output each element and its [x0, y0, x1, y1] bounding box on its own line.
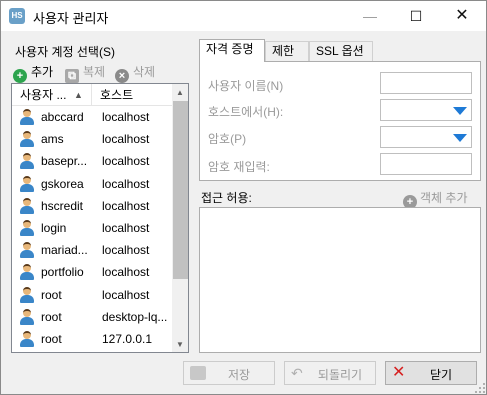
chevron-down-icon	[453, 134, 467, 142]
plus-icon: +	[13, 69, 27, 83]
revert-button[interactable]: ↶ 되돌리기	[284, 361, 376, 385]
user-name: root	[41, 309, 62, 324]
user-host: localhost	[102, 176, 150, 191]
user-host: localhost	[102, 132, 150, 147]
credentials-panel: 사용자 이름(N) 호스트에서(H): 암호(P) 암호 재입력:	[199, 61, 481, 181]
user-row[interactable]: root 127.0.0.1	[12, 328, 172, 350]
user-row[interactable]: basepr... localhost	[12, 150, 172, 172]
user-name: login	[41, 220, 67, 235]
user-row[interactable]: root localhost	[12, 284, 172, 306]
select-account-label: 사용자 계정 선택(S)	[15, 45, 115, 59]
list-header: 사용자 ... ▲ 호스트	[12, 84, 188, 106]
scroll-up-icon[interactable]: ▲	[176, 88, 184, 97]
user-row[interactable]: ams localhost	[12, 128, 172, 150]
user-icon	[20, 219, 34, 236]
add-user-button[interactable]: + 추가	[13, 63, 54, 83]
user-host: desktop-lq...	[102, 309, 168, 324]
save-label: 저장	[227, 368, 251, 382]
scrollbar-thumb[interactable]	[173, 101, 188, 279]
user-name: gskorea	[41, 176, 84, 191]
user-list[interactable]: 사용자 ... ▲ 호스트 abccard localhost ams localh…	[11, 83, 189, 353]
list-scrollbar[interactable]: ▲ ▼	[172, 84, 188, 352]
add-object-label: 객체 추가	[420, 191, 468, 205]
delete-user-button[interactable]: × 삭제	[115, 63, 156, 83]
tab-limits[interactable]: 제한	[265, 41, 309, 61]
user-host: localhost	[102, 110, 150, 124]
app-logo-icon: HS	[9, 8, 25, 24]
access-label: 접근 허용:	[201, 191, 252, 205]
user-icon	[20, 330, 34, 347]
host-select[interactable]	[380, 99, 472, 121]
user-name: abccard	[41, 110, 84, 124]
user-host: localhost	[102, 198, 150, 213]
tab-credentials[interactable]: 자격 증명	[199, 39, 265, 62]
column-user-label: 사용자 ...	[20, 88, 67, 102]
user-row[interactable]: mariad... localhost	[12, 239, 172, 261]
user-row[interactable]: root desktop-lq...	[12, 306, 172, 328]
copy-icon: ⧉	[65, 69, 79, 83]
minimize-button[interactable]: —	[347, 1, 393, 31]
user-host: 127.0.0.1	[102, 331, 153, 346]
resize-grip-icon[interactable]	[475, 383, 485, 393]
column-header-host[interactable]: 호스트	[92, 84, 172, 106]
user-row[interactable]: hscredit localhost	[12, 195, 172, 217]
save-button[interactable]: 저장	[183, 361, 275, 385]
access-list[interactable]	[199, 207, 481, 353]
user-name: mariad...	[41, 243, 88, 258]
password-select[interactable]	[380, 126, 472, 148]
chevron-down-icon	[453, 107, 467, 115]
user-name: ams	[41, 132, 64, 147]
user-name: basepr...	[41, 154, 88, 169]
user-icon	[20, 109, 34, 125]
window-title: 사용자 관리자	[33, 11, 109, 26]
user-name: root	[41, 331, 62, 346]
user-host: localhost	[102, 243, 150, 258]
delete-icon: ×	[115, 69, 129, 83]
user-icon	[20, 308, 34, 325]
close-window-button[interactable]: ✕	[439, 1, 485, 31]
user-icon	[20, 197, 34, 214]
copy-user-button[interactable]: ⧉ 복제	[65, 63, 106, 83]
copy-user-label: 복제	[83, 65, 106, 79]
close-label: 닫기	[429, 368, 453, 382]
maximize-button[interactable]: ☐	[393, 1, 439, 31]
user-row[interactable]: gskorea localhost	[12, 173, 172, 195]
user-row[interactable]: login localhost	[12, 217, 172, 239]
user-manager-window: HS 사용자 관리자 — ☐ ✕ 사용자 계정 선택(S) + 추가 ⧉ 복제 × 삭…	[0, 0, 487, 395]
repeat-password-label: 암호 재입력:	[208, 160, 270, 174]
user-icon	[20, 153, 34, 170]
user-icon	[20, 175, 34, 192]
user-row[interactable]: abccard localhost	[12, 106, 172, 128]
tab-ssl-options[interactable]: SSL 옵션	[309, 41, 373, 61]
username-label: 사용자 이름(N)	[208, 79, 284, 93]
user-name: portfolio	[41, 265, 84, 280]
repeat-password-field[interactable]	[380, 153, 472, 175]
scroll-down-icon[interactable]: ▼	[176, 340, 184, 349]
user-name: root	[41, 287, 62, 302]
user-icon	[20, 286, 34, 303]
user-name: hscredit	[41, 198, 84, 213]
user-host: localhost	[102, 220, 150, 235]
add-user-label: 추가	[31, 65, 54, 79]
add-object-button[interactable]: + 객체 추가	[403, 189, 468, 209]
user-icon	[20, 242, 34, 259]
user-rows: abccard localhost ams localhost basepr... l…	[12, 106, 172, 350]
username-field[interactable]	[380, 72, 472, 94]
close-button[interactable]: ✕ 닫기	[385, 361, 477, 385]
password-label: 암호(P)	[208, 132, 247, 146]
column-header-user[interactable]: 사용자 ... ▲	[12, 84, 92, 106]
sort-ascending-icon: ▲	[74, 90, 83, 100]
user-row[interactable]: portfolio localhost	[12, 261, 172, 283]
delete-user-label: 삭제	[133, 65, 156, 79]
revert-label: 되돌리기	[317, 368, 363, 382]
host-label: 호스트에서(H):	[208, 105, 284, 119]
user-host: localhost	[102, 265, 150, 280]
user-host: localhost	[102, 287, 150, 302]
user-icon	[20, 131, 34, 148]
user-icon	[20, 264, 34, 281]
user-host: localhost	[102, 154, 150, 169]
title-bar: HS 사용자 관리자 — ☐ ✕	[1, 1, 486, 31]
